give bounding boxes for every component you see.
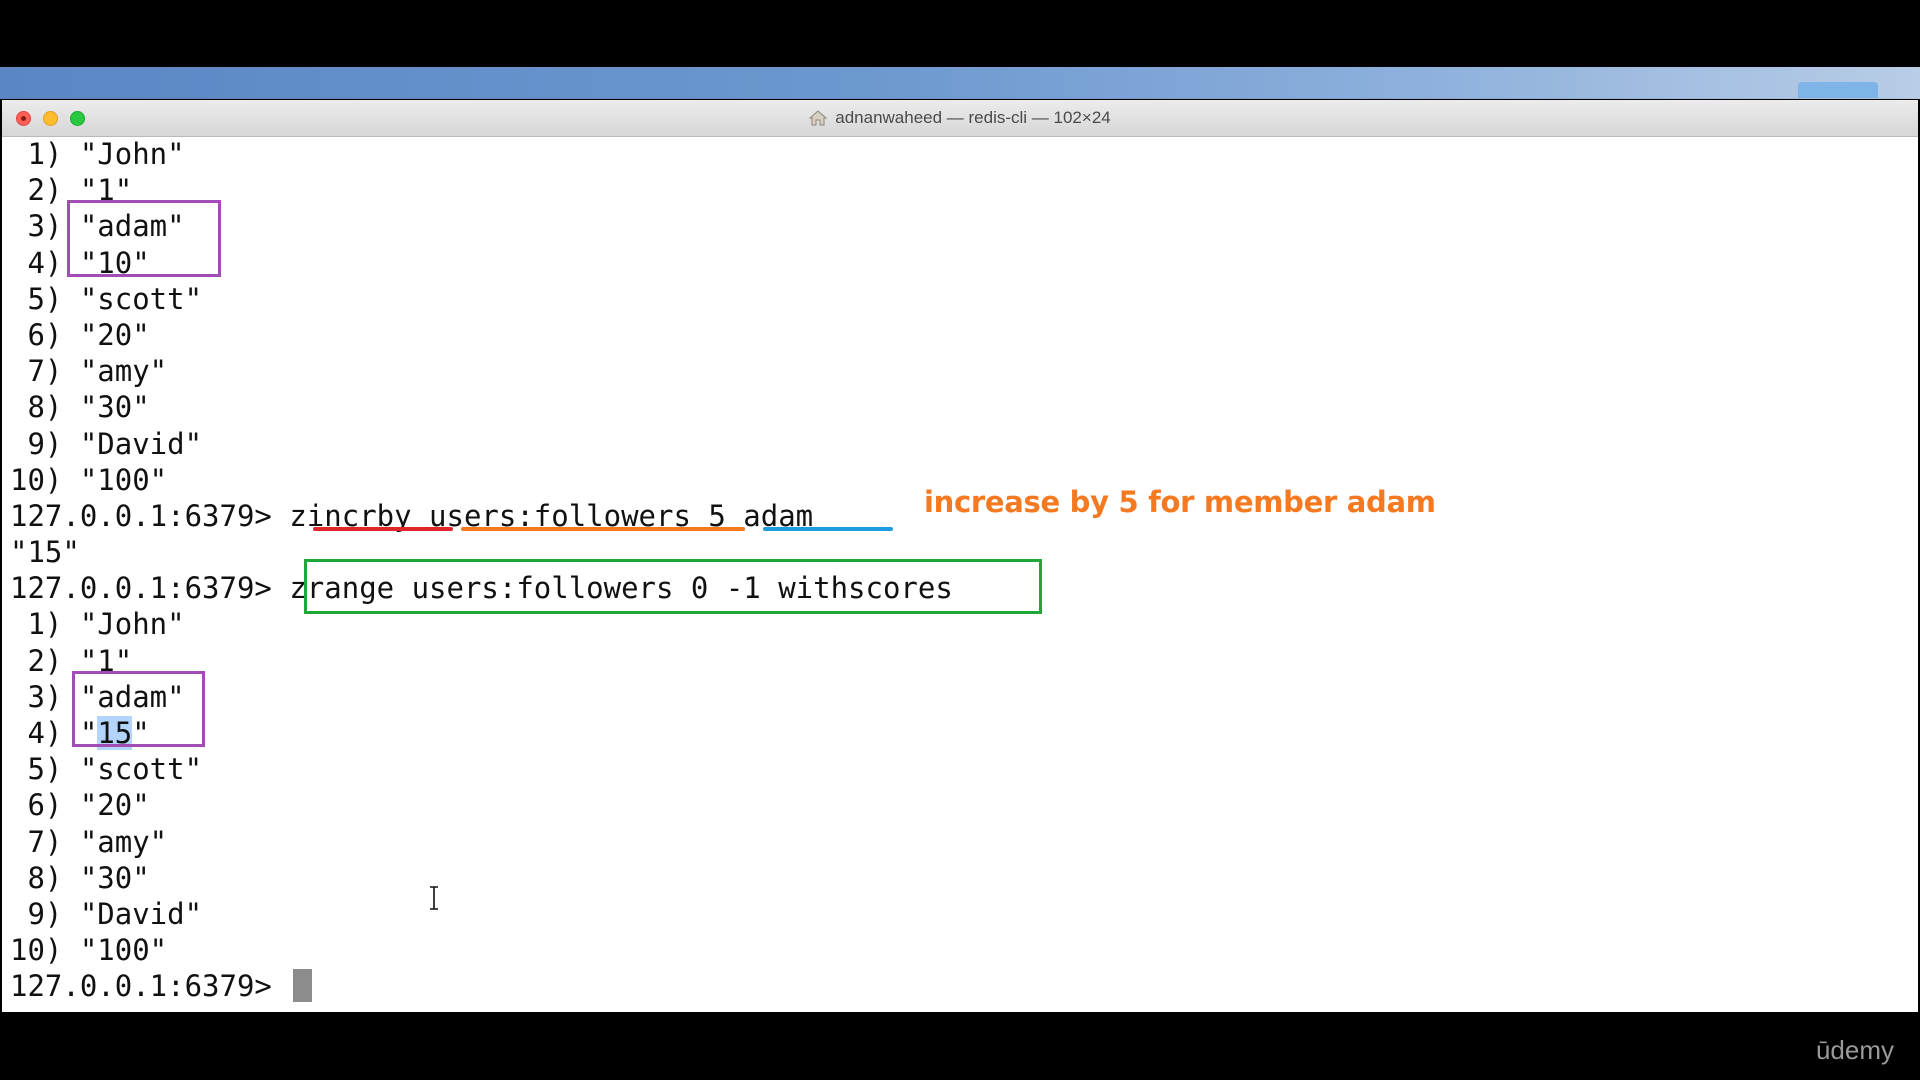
terminal-line: 9) "David" <box>10 426 203 461</box>
terminal-line: 8) "30" <box>10 860 150 895</box>
terminal-line: 5) "scott" <box>10 281 203 316</box>
terminal-line-selected: 4) "15" <box>10 715 1918 751</box>
prompt-line[interactable]: 127.0.0.1:6379> <box>10 968 1918 1004</box>
terminal-line: 9) "David" <box>10 896 203 931</box>
underline-args <box>763 527 893 531</box>
terminal-line: 7) "amy" <box>10 824 168 859</box>
terminal-window: adnanwaheed — redis-cli — 102×24 1) "Joh… <box>2 100 1918 1012</box>
annotation-label: increase by 5 for member adam <box>924 485 1436 519</box>
title-bar[interactable]: adnanwaheed — redis-cli — 102×24 <box>2 100 1918 137</box>
home-icon <box>809 110 828 126</box>
terminal-line: 3) "adam" <box>10 209 185 244</box>
highlight-box-adam-after <box>72 671 205 747</box>
window-title: adnanwaheed — redis-cli — 102×24 <box>2 100 1918 136</box>
desktop-background <box>0 67 1920 99</box>
terminal-line: 7) "amy" <box>10 354 168 389</box>
underline-key <box>461 527 745 531</box>
terminal-line: 5) "scott" <box>10 752 203 787</box>
ibeam-cursor-icon <box>430 886 438 910</box>
terminal-line: 4) "10" <box>10 245 150 280</box>
underline-command <box>313 527 453 531</box>
udemy-logo: ūdemy <box>1815 1035 1894 1065</box>
terminal-line: 6) "20" <box>10 788 150 823</box>
text-cursor <box>293 969 313 1003</box>
terminal-line: 6) "20" <box>10 317 150 352</box>
terminal-line: 2) "1" <box>10 643 133 678</box>
highlight-box-adam-before <box>67 200 221 277</box>
terminal-line: 8) "30" <box>10 390 150 425</box>
terminal-line: 2) "1" <box>10 173 133 208</box>
terminal-line: 3) "adam" <box>10 679 185 714</box>
terminal-line: 1) "John" <box>10 137 185 171</box>
terminal-line: 10) "100" <box>10 933 168 968</box>
desktop-folder-icon[interactable] <box>1798 82 1878 98</box>
window-title-text: adnanwaheed — redis-cli — 102×24 <box>835 108 1111 127</box>
prompt-text: 127.0.0.1:6379> <box>10 969 290 1004</box>
highlight-box-zrange-command <box>304 559 1042 614</box>
